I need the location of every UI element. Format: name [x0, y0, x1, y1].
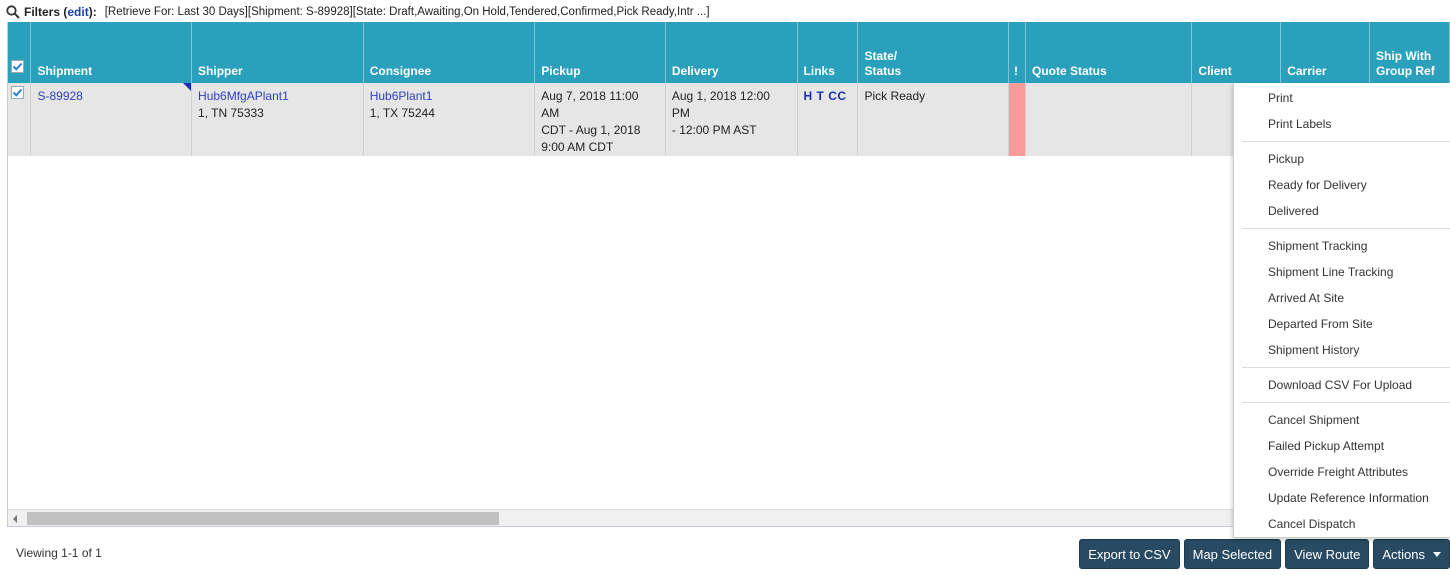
table-header-row: Shipment Shipper Consignee Pickup Delive…: [8, 22, 1450, 83]
cell-status: Pick Ready: [857, 83, 1009, 156]
cell-shipper: Hub6MfgAPlant1 1, TN 75333: [183, 83, 364, 156]
menu-item-failed-pickup-attempt[interactable]: Failed Pickup Attempt: [1234, 433, 1450, 459]
cell-consignee: Hub6Plant1 1, TX 75244: [363, 83, 536, 156]
pagination-info: Viewing 1-1 of 1: [16, 546, 102, 560]
column-header-links[interactable]: Links: [797, 22, 859, 83]
menu-item-cancel-dispatch[interactable]: Cancel Dispatch: [1234, 511, 1450, 537]
map-selected-button[interactable]: Map Selected: [1183, 539, 1282, 569]
row-links[interactable]: H T CC: [804, 89, 847, 103]
scroll-left-arrow-icon[interactable]: [13, 515, 17, 523]
menu-item-arrived-at-site[interactable]: Arrived At Site: [1234, 285, 1450, 311]
filters-paren-open: (: [60, 5, 68, 19]
menu-item-shipment-line-tracking[interactable]: Shipment Line Tracking: [1234, 259, 1450, 285]
cell-delivery: Aug 1, 2018 12:00 PM - 12:00 PM AST: [665, 83, 798, 156]
filters-paren-close: ):: [88, 5, 97, 19]
menu-item-override-freight-attributes[interactable]: Override Freight Attributes: [1234, 459, 1450, 485]
menu-item-pickup[interactable]: Pickup: [1234, 146, 1450, 172]
cell-links: H T CC: [797, 83, 859, 156]
note-corner-indicator: [183, 83, 192, 91]
filters-label: Filters: [24, 5, 61, 19]
column-header-quote-status[interactable]: Quote Status: [1025, 22, 1193, 83]
column-header-delivery[interactable]: Delivery: [665, 22, 798, 83]
actions-menu: Print Print Labels Pickup Ready for Deliver…: [1233, 83, 1450, 538]
state-label: State/: [864, 49, 898, 63]
cell-quote-status: [1025, 83, 1193, 156]
consignee-address: 1, TX 75244: [369, 106, 435, 120]
column-header-pickup[interactable]: Pickup: [534, 22, 666, 83]
menu-item-download-csv-for-upload[interactable]: Download CSV For Upload: [1234, 372, 1450, 398]
menu-item-ready-for-delivery[interactable]: Ready for Delivery: [1234, 172, 1450, 198]
column-header-ship-with-group-ref[interactable]: Ship With Group Ref: [1369, 22, 1450, 83]
export-csv-button[interactable]: Export to CSV: [1079, 539, 1180, 569]
column-header-client[interactable]: Client: [1191, 22, 1282, 83]
filters-value: [Retrieve For: Last 30 Days][Shipment: S…: [104, 6, 710, 18]
caret-down-icon: [1433, 551, 1441, 557]
scrollbar-thumb[interactable]: [27, 512, 499, 525]
consignee-link[interactable]: Hub6Plant1: [370, 89, 433, 103]
filters-bar: Filters (edit): [Retrieve For: Last 30 D…: [6, 3, 710, 21]
column-header-shipper[interactable]: Shipper: [191, 22, 364, 83]
footer-buttons: Export to CSV Map Selected View Route Ac…: [1079, 539, 1450, 569]
status-label: Status: [864, 64, 902, 78]
group-ref-label: Group Ref: [1376, 64, 1435, 78]
menu-item-shipment-tracking[interactable]: Shipment Tracking: [1234, 233, 1450, 259]
column-header-consignee[interactable]: Consignee: [363, 22, 536, 83]
menu-item-shipment-history[interactable]: Shipment History: [1234, 337, 1450, 363]
menu-item-cancel-shipment[interactable]: Cancel Shipment: [1234, 407, 1450, 433]
pickup-line-3: 9:00 AM CDT: [541, 140, 614, 154]
ship-with-label: Ship With: [1376, 49, 1432, 63]
menu-item-print-labels[interactable]: Print Labels: [1234, 111, 1450, 137]
menu-item-update-reference-information[interactable]: Update Reference Information: [1234, 485, 1450, 511]
menu-separator: [1242, 228, 1450, 229]
delivery-line-1: Aug 1, 2018 12:00 PM: [671, 89, 770, 120]
actions-dropdown-button[interactable]: Actions: [1373, 539, 1450, 569]
select-all-checkbox[interactable]: [11, 60, 24, 73]
menu-separator: [1242, 402, 1450, 403]
actions-label: Actions: [1382, 546, 1425, 562]
menu-item-delivered[interactable]: Delivered: [1234, 198, 1450, 224]
header-select-all[interactable]: [8, 22, 32, 83]
cell-pickup: Aug 7, 2018 11:00 AM CDT - Aug 1, 2018 9…: [534, 83, 666, 156]
delivery-line-2: - 12:00 PM AST: [671, 123, 757, 137]
cell-alert-indicator: [1008, 83, 1026, 156]
menu-item-departed-from-site[interactable]: Departed From Site: [1234, 311, 1450, 337]
shipment-link[interactable]: S-89928: [37, 89, 82, 103]
cell-shipment: S-89928: [30, 83, 193, 156]
column-header-state-status[interactable]: State/Status: [857, 22, 1009, 83]
menu-separator: [1242, 141, 1450, 142]
column-header-alert[interactable]: !: [1008, 22, 1026, 83]
row-select-cell[interactable]: [8, 83, 32, 156]
column-header-carrier[interactable]: Carrier: [1280, 22, 1371, 83]
column-header-shipment[interactable]: Shipment: [30, 22, 193, 83]
view-route-button[interactable]: View Route: [1285, 539, 1370, 569]
menu-separator: [1242, 367, 1450, 368]
filters-edit-link[interactable]: edit: [67, 5, 88, 19]
pickup-line-2: CDT - Aug 1, 2018: [541, 123, 641, 137]
checkmark-icon: [12, 62, 23, 71]
menu-item-print[interactable]: Print: [1234, 85, 1450, 111]
row-checkbox[interactable]: [11, 86, 24, 99]
shipper-link[interactable]: Hub6MfgAPlant1: [198, 89, 289, 103]
search-icon: [6, 5, 20, 19]
pickup-line-1: Aug 7, 2018 11:00 AM: [541, 89, 639, 120]
checkmark-icon: [12, 88, 23, 97]
shipper-address: 1, TN 75333: [198, 106, 264, 120]
